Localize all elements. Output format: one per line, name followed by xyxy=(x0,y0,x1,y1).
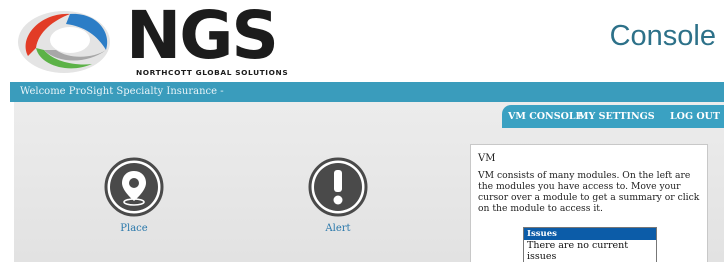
brand-tagline: NORTHCOTT GLOBAL SOLUTIONS xyxy=(136,68,289,77)
nav-log-out[interactable]: LOG OUT xyxy=(670,111,720,122)
welcome-text: Welcome ProSight Specialty Insurance - xyxy=(20,86,224,97)
info-panel-text: VM consists of many modules. On the left… xyxy=(478,170,700,214)
exclamation-icon xyxy=(308,157,368,217)
header: NGS NORTHCOTT GLOBAL SOLUTIONS Console xyxy=(0,0,724,82)
issues-header: Issues xyxy=(524,228,656,240)
brand-name: NGS xyxy=(126,0,279,74)
module-place[interactable]: Place xyxy=(102,157,166,234)
nav-vm-console[interactable]: VM CONSOLE xyxy=(508,111,583,122)
top-nav: VM CONSOLE MY SETTINGS LOG OUT xyxy=(502,105,724,128)
nav-my-settings[interactable]: MY SETTINGS xyxy=(578,111,655,122)
brand-logo: NGS NORTHCOTT GLOBAL SOLUTIONS xyxy=(126,0,288,78)
module-place-label[interactable]: Place xyxy=(102,223,166,234)
issues-box: Issues There are no current issues xyxy=(523,227,657,262)
module-alert-label[interactable]: Alert xyxy=(306,223,370,234)
module-alert[interactable]: Alert xyxy=(306,157,370,234)
welcome-bar: Welcome ProSight Specialty Insurance - xyxy=(10,82,724,102)
info-panel-title: VM xyxy=(478,153,496,164)
issues-message: There are no current issues xyxy=(527,240,629,262)
info-panel: VM VM consists of many modules. On the l… xyxy=(470,144,708,262)
page-title: Console xyxy=(609,20,716,52)
swirl-logo-icon xyxy=(18,11,110,73)
map-pin-icon xyxy=(104,157,164,217)
